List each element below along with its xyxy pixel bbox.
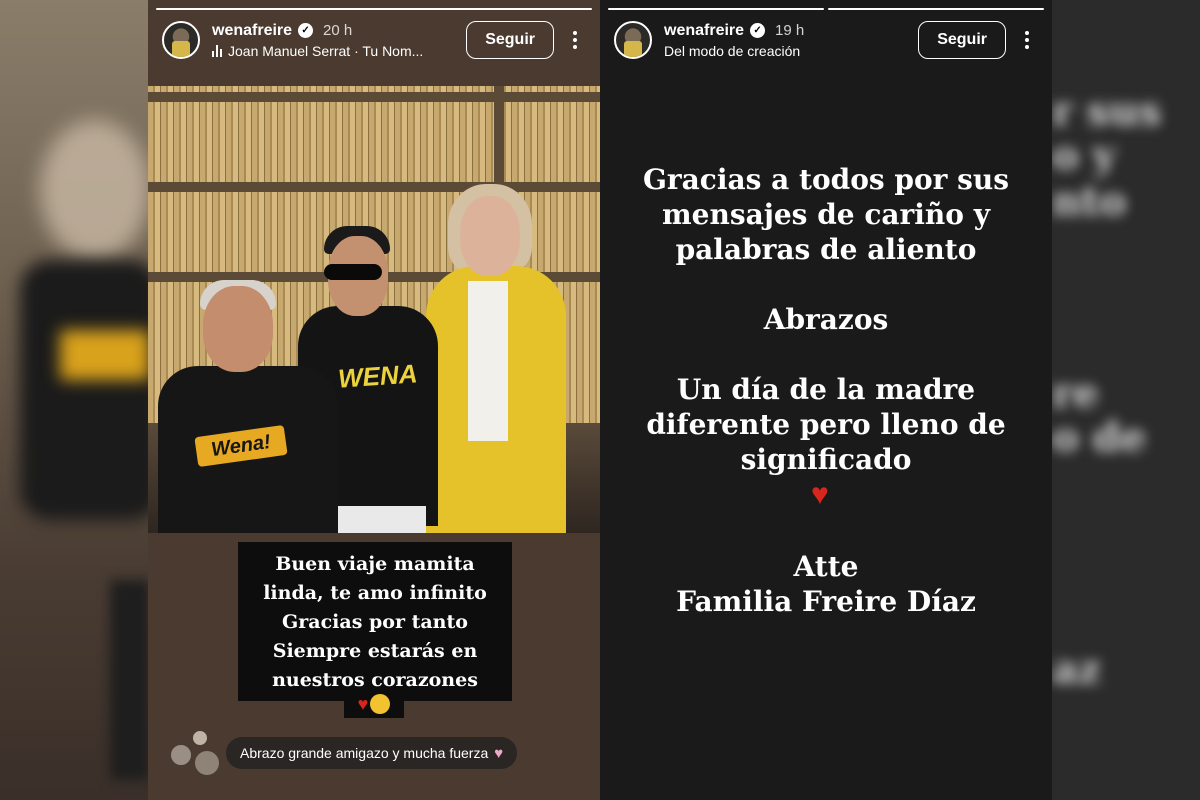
caption-line: linda, te amo infinito: [263, 582, 487, 604]
smiley-icon: [370, 694, 391, 714]
caption-line: Gracias por tanto: [282, 611, 468, 633]
blurred-background-right: r sus o y nto re o de az: [1052, 0, 1200, 800]
username[interactable]: wenafreire: [212, 22, 292, 40]
shirt-text: WENA: [337, 358, 419, 394]
comment-bubble[interactable]: Abrazo grande amigazo y mucha fuerza ♥: [226, 737, 518, 769]
progress-segment: [828, 8, 1044, 10]
music-title[interactable]: Joan Manuel Serrat · Tu Nom...: [228, 43, 423, 59]
ghost-text: re: [1052, 370, 1099, 417]
story-text-line: Abrazos: [763, 303, 889, 336]
story-text-line: Gracias a todos por sus: [642, 163, 1010, 196]
progress-segment: [608, 8, 824, 10]
ghost-text: o de: [1052, 414, 1147, 461]
post-time: 19 h: [775, 22, 805, 39]
story-text-line: significado: [740, 443, 912, 476]
heart-icon: ♥: [811, 478, 829, 511]
story-text-line: Atte: [793, 550, 859, 583]
comment-area: Abrazo grande amigazo y mucha fuerza ♥: [170, 728, 518, 778]
ghost-text: o y: [1052, 132, 1116, 179]
story-text-line: diferente pero lleno de: [646, 408, 1006, 441]
caption-line: Siempre estarás en: [272, 640, 478, 662]
story-left[interactable]: wenafreire ✓ 20 h Joan Manuel Serrat · T…: [148, 0, 600, 800]
verified-icon: ✓: [298, 23, 314, 38]
story-caption: Buen viaje mamita linda, te amo infinito…: [238, 542, 512, 701]
story-photo: WENA Wena!: [148, 86, 600, 533]
verified-icon: ✓: [750, 23, 766, 38]
comment-text: Abrazo grande amigazo y mucha fuerza: [240, 745, 489, 761]
caption-emojis: ♥: [344, 690, 404, 718]
story-text-line: Familia Freire Díaz: [676, 585, 976, 618]
avatar[interactable]: [614, 21, 652, 59]
story-meta: wenafreire ✓ 19 h Del modo de creación: [664, 22, 918, 59]
more-icon[interactable]: [1012, 21, 1042, 59]
caption-line: Buen viaje mamita: [275, 553, 475, 575]
commenter-avatars: [170, 728, 224, 778]
story-text-line: Un día de la madre: [676, 373, 976, 406]
story-meta: wenafreire ✓ 20 h Joan Manuel Serrat · T…: [212, 22, 466, 59]
post-time: 20 h: [323, 22, 353, 39]
story-header: wenafreire ✓ 20 h Joan Manuel Serrat · T…: [162, 18, 590, 62]
more-icon[interactable]: [560, 21, 590, 59]
story-text-line: palabras de aliento: [675, 233, 977, 266]
story-text-line: mensajes de cariño y: [662, 198, 990, 231]
follow-button[interactable]: Seguir: [466, 21, 554, 59]
story-progress: [608, 8, 1044, 10]
ghost-text: az: [1052, 646, 1101, 693]
story-header: wenafreire ✓ 19 h Del modo de creación S…: [614, 18, 1042, 62]
story-right[interactable]: wenafreire ✓ 19 h Del modo de creación S…: [600, 0, 1052, 800]
story-progress: [156, 8, 592, 10]
follow-button[interactable]: Seguir: [918, 21, 1006, 59]
blurred-background-left: [0, 0, 148, 800]
ghost-text: nto: [1052, 178, 1127, 225]
avatar[interactable]: [162, 21, 200, 59]
progress-segment: [156, 8, 592, 10]
heart-icon: ♥: [357, 693, 369, 714]
music-icon: [212, 44, 222, 57]
ghost-text: r sus: [1052, 88, 1162, 135]
username[interactable]: wenafreire: [664, 22, 744, 40]
story-subtitle: Del modo de creación: [664, 42, 801, 59]
heart-icon: ♥: [494, 744, 504, 762]
